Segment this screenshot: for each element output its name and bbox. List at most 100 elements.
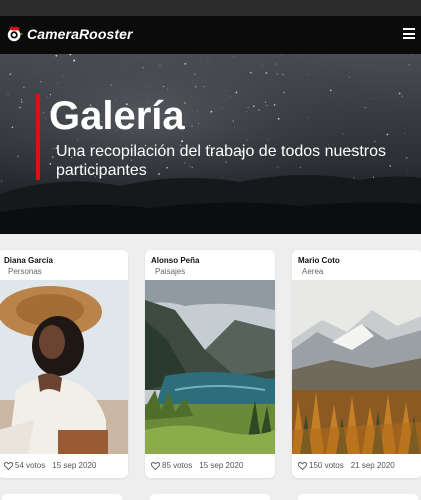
star: [7, 93, 9, 95]
star: [411, 54, 413, 55]
star: [162, 86, 164, 87]
brand-name: CameraRooster: [27, 26, 133, 42]
star: [407, 169, 408, 171]
rooster-camera-icon: [7, 26, 24, 42]
star: [265, 72, 268, 74]
star: [169, 82, 172, 84]
gallery-card[interactable]: Mario Coto Aerea 150 votos 21 sep 2020: [292, 250, 421, 478]
star: [70, 58, 72, 60]
star: [191, 124, 194, 127]
star: [252, 105, 255, 108]
gallery-card[interactable]: Alonso Peña Paisajes 85 votos 15 sep 202…: [145, 250, 275, 478]
star: [5, 85, 6, 87]
photo-date: 15 sep 2020: [52, 461, 97, 470]
portrait-photo[interactable]: [0, 280, 128, 454]
hamburger-menu-icon[interactable]: [403, 28, 415, 39]
browser-top-strip: [0, 0, 421, 16]
star: [51, 156, 54, 159]
star: [49, 163, 52, 165]
star: [142, 66, 144, 69]
heart-icon[interactable]: [298, 461, 307, 470]
star: [21, 101, 23, 103]
star: [11, 126, 14, 129]
star: [77, 139, 78, 140]
star: [373, 98, 375, 100]
vote-count: 54 votos: [15, 461, 46, 470]
star: [281, 54, 283, 55]
star: [44, 117, 46, 120]
star: [276, 73, 279, 75]
star: [206, 126, 207, 128]
star: [29, 74, 30, 76]
star: [222, 108, 223, 110]
star: [194, 73, 196, 75]
star: [151, 86, 153, 87]
star: [376, 127, 377, 129]
star: [197, 110, 198, 112]
star: [159, 65, 161, 67]
star: [52, 147, 55, 150]
star: [246, 111, 247, 112]
star: [308, 74, 309, 76]
star: [364, 107, 366, 109]
star: [62, 75, 63, 77]
heart-icon[interactable]: [4, 461, 13, 470]
star: [9, 73, 12, 75]
aerial-photo[interactable]: [292, 280, 421, 454]
star: [408, 63, 411, 66]
star: [386, 133, 389, 136]
star: [401, 95, 403, 97]
star: [308, 117, 309, 119]
photographer-name[interactable]: Diana García: [4, 256, 53, 265]
star: [232, 120, 235, 122]
star: [260, 66, 262, 68]
star: [337, 107, 339, 108]
star: [184, 62, 187, 65]
card-footer: 150 votos 21 sep 2020: [298, 461, 395, 470]
landscape-photo[interactable]: [145, 280, 275, 454]
star: [282, 73, 284, 76]
star: [19, 106, 21, 109]
hero-accent-bar: [36, 94, 40, 180]
brand-logo[interactable]: CameraRooster: [6, 25, 133, 43]
star: [21, 99, 22, 101]
star: [262, 64, 264, 66]
photographer-name[interactable]: Alonso Peña: [151, 256, 199, 265]
star: [342, 133, 344, 135]
star: [282, 91, 285, 94]
hero-banner: Galería Una recopilación del trabajo de …: [0, 54, 421, 234]
star: [235, 91, 238, 94]
star: [42, 112, 45, 114]
star: [73, 59, 76, 62]
star: [194, 85, 197, 88]
star: [39, 80, 42, 83]
star: [296, 55, 297, 57]
photo-category: Paisajes: [155, 267, 186, 276]
star: [301, 136, 303, 138]
photographer-name[interactable]: Mario Coto: [298, 256, 340, 265]
gallery-card[interactable]: Diana García Personas 54 votos 15 sep 20…: [0, 250, 128, 478]
vote-count: 85 votos: [162, 461, 193, 470]
star: [246, 139, 248, 141]
star: [276, 63, 278, 65]
star: [398, 92, 401, 95]
star: [47, 96, 48, 97]
next-row-card: [298, 494, 418, 500]
star: [26, 99, 28, 101]
heart-icon[interactable]: [151, 461, 160, 470]
star: [258, 109, 260, 111]
star: [349, 76, 350, 78]
page-subtitle: Una recopilación del trabajo de todos nu…: [56, 143, 386, 179]
star: [166, 88, 169, 90]
card-footer: 85 votos 15 sep 2020: [151, 461, 243, 470]
star: [332, 71, 334, 73]
star: [267, 138, 269, 140]
star: [186, 119, 187, 121]
star: [225, 89, 227, 91]
star: [234, 127, 235, 128]
star: [138, 57, 140, 58]
star: [210, 110, 213, 113]
star: [404, 132, 406, 134]
photo-category: Personas: [8, 267, 42, 276]
star: [405, 156, 408, 159]
